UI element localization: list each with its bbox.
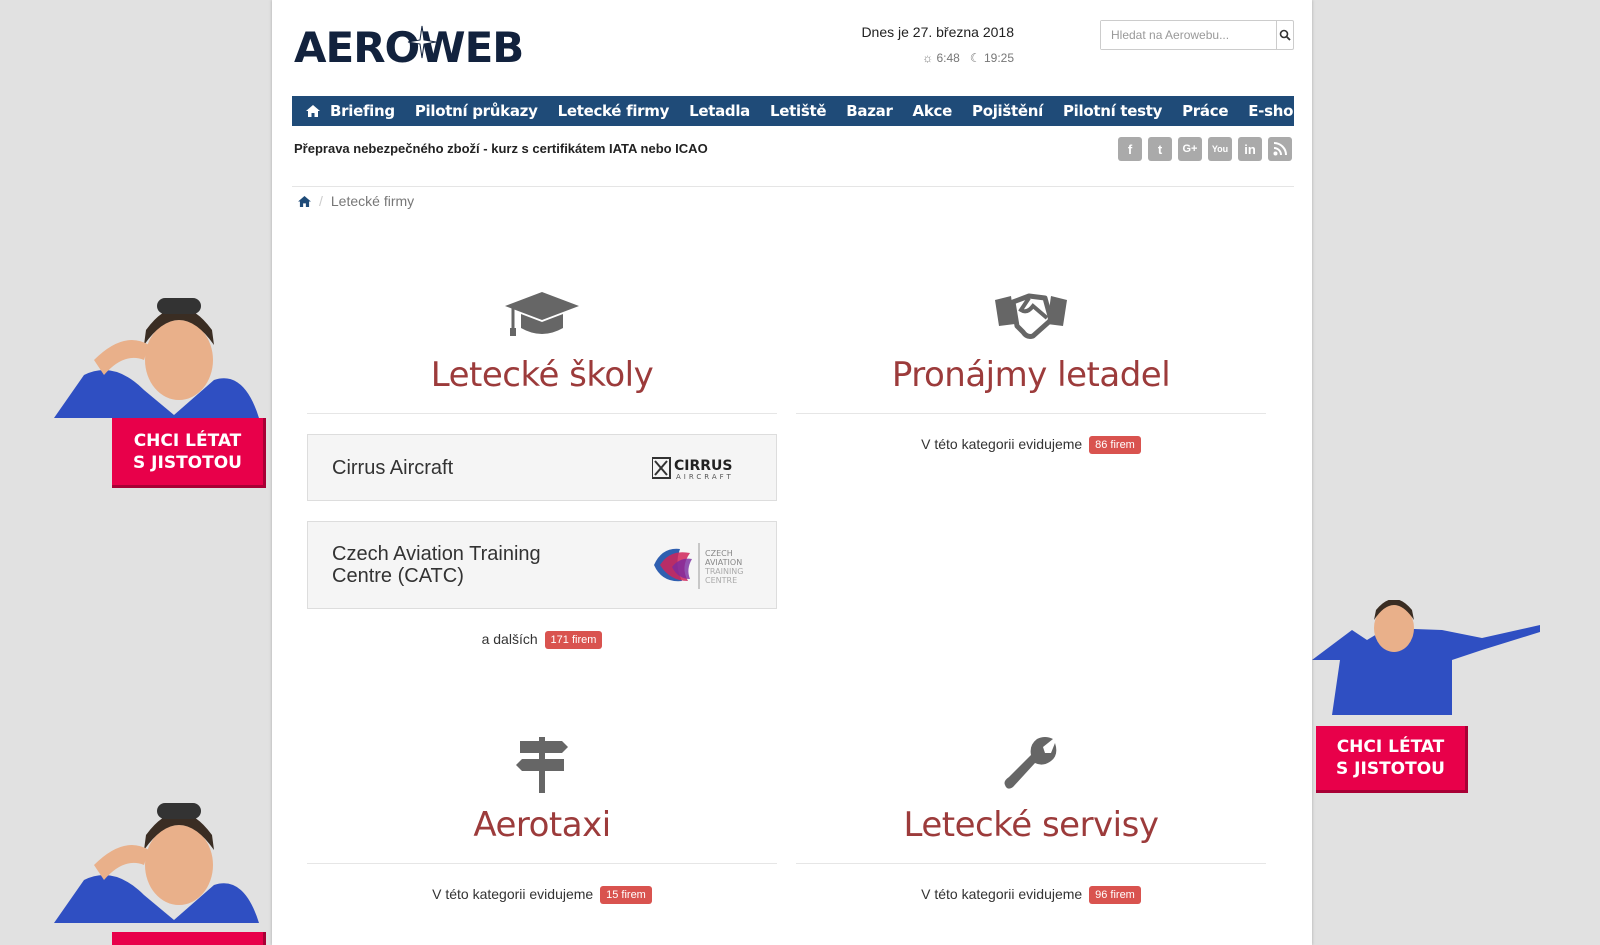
home-icon <box>306 105 320 117</box>
category-title[interactable]: Aerotaxi <box>307 805 777 845</box>
company-name: Cirrus Aircraft <box>332 456 454 479</box>
social-links: f t G+ You in <box>1118 137 1292 161</box>
category-count: V této kategorii evidujeme 86 firem <box>796 436 1266 454</box>
left-ad-top[interactable]: CHCI LÉTAT S JISTOTOU <box>54 290 266 500</box>
search-icon <box>1279 29 1291 41</box>
nav-item-jobs[interactable]: Práce <box>1172 102 1238 120</box>
nav-item-briefing[interactable]: Briefing <box>320 102 405 120</box>
divider <box>307 863 777 864</box>
count-badge[interactable]: 15 firem <box>600 886 652 904</box>
svg-text:AEROWEB: AEROWEB <box>294 23 523 68</box>
header-divider <box>292 186 1294 187</box>
nav-item-airports[interactable]: Letiště <box>760 102 836 120</box>
handshake-icon <box>796 287 1266 343</box>
youtube-icon[interactable]: You <box>1208 137 1232 161</box>
breadcrumb: / Letecké firmy <box>298 193 414 209</box>
search-button[interactable] <box>1276 21 1293 49</box>
svg-text:AIRCRAFT: AIRCRAFT <box>676 473 734 481</box>
page-container: AEROWEB Dnes je 27. března 2018 ☼ 6:48 ☾… <box>272 0 1312 945</box>
current-date: Dnes je 27. března 2018 <box>861 24 1014 40</box>
category-title[interactable]: Letecké servisy <box>796 805 1266 845</box>
facebook-icon[interactable]: f <box>1118 137 1142 161</box>
divider <box>307 413 777 414</box>
nav-item-events[interactable]: Akce <box>903 102 962 120</box>
breadcrumb-current: Letecké firmy <box>330 193 415 209</box>
nav-item-pilot-licenses[interactable]: Pilotní průkazy <box>405 102 548 120</box>
fly-cta-button[interactable]: CHCI LÉTAT S JISTOTOU <box>1316 726 1468 793</box>
catc-logo: CZECH AVIATION TRAINING CENTRE <box>652 539 752 591</box>
right-ad[interactable]: CHCI LÉTAT S JISTOTOU <box>1312 600 1542 795</box>
breadcrumb-separator: / <box>319 193 323 209</box>
divider <box>796 863 1266 864</box>
sunset-time: 19:25 <box>983 51 1014 65</box>
category-count: a dalších 171 firem <box>307 631 777 649</box>
sun-times: ☼ 6:48 ☾ 19:25 <box>922 51 1014 65</box>
svg-text:CIRRUS: CIRRUS <box>674 458 733 474</box>
cirrus-logo: CIRRUS AIRCRAFT <box>652 455 752 481</box>
home-icon[interactable] <box>298 195 311 207</box>
svg-text:AVIATION: AVIATION <box>705 558 742 567</box>
nav-item-eshop[interactable]: E-shop <box>1238 102 1313 120</box>
google-plus-icon[interactable]: G+ <box>1178 137 1202 161</box>
company-name: Czech Aviation Training Centre (CATC) <box>332 543 541 587</box>
category-aircraft-rental: Pronájmy letadel V této kategorii eviduj… <box>796 287 1266 454</box>
twitter-icon[interactable]: t <box>1148 137 1172 161</box>
count-badge[interactable]: 86 firem <box>1089 436 1141 454</box>
promo-link[interactable]: Přeprava nebezpečného zboží - kurz s cer… <box>294 141 708 156</box>
nav-item-bazaar[interactable]: Bazar <box>836 102 902 120</box>
svg-text:TRAINING: TRAINING <box>704 567 743 576</box>
search-input[interactable] <box>1101 21 1276 49</box>
left-ad-bottom[interactable] <box>54 795 266 945</box>
svg-text:CZECH: CZECH <box>705 549 733 558</box>
svg-text:CENTRE: CENTRE <box>705 576 737 585</box>
divider <box>796 413 1266 414</box>
count-badge[interactable]: 171 firem <box>544 631 603 649</box>
search-box <box>1100 20 1294 50</box>
sunset-icon: ☾ <box>969 51 981 65</box>
nav-item-pilot-tests[interactable]: Pilotní testy <box>1053 102 1172 120</box>
wrench-icon <box>796 737 1266 793</box>
category-count: V této kategorii evidujeme 15 firem <box>307 886 777 904</box>
category-flight-schools: Letecké školy Cirrus Aircraft CIRRUS AIR… <box>307 287 777 649</box>
signpost-icon <box>307 737 777 793</box>
category-count: V této kategorii evidujeme 96 firem <box>796 886 1266 904</box>
graduation-cap-icon <box>307 287 777 343</box>
category-title[interactable]: Pronájmy letadel <box>796 355 1266 395</box>
company-card-cirrus[interactable]: Cirrus Aircraft CIRRUS AIRCRAFT <box>307 434 777 501</box>
company-card-catc[interactable]: Czech Aviation Training Centre (CATC) CZ… <box>307 521 777 609</box>
nav-item-aircraft[interactable]: Letadla <box>679 102 760 120</box>
main-nav: Briefing Pilotní průkazy Letecké firmy L… <box>292 96 1304 126</box>
sunrise-icon: ☼ <box>922 51 934 65</box>
count-badge[interactable]: 96 firem <box>1089 886 1141 904</box>
pilot-saluting-image <box>54 803 259 923</box>
fly-cta-button[interactable]: CHCI LÉTAT S JISTOTOU <box>112 418 266 488</box>
nav-item-aviation-companies[interactable]: Letecké firmy <box>548 102 680 120</box>
category-aircraft-service: Letecké servisy V této kategorii eviduje… <box>796 737 1266 904</box>
nav-item-insurance[interactable]: Pojištění <box>962 102 1053 120</box>
nav-home[interactable] <box>306 105 320 117</box>
sunrise-time: 6:48 <box>936 51 960 65</box>
rss-icon[interactable] <box>1268 137 1292 161</box>
aeroweb-logo[interactable]: AEROWEB <box>294 22 556 68</box>
linkedin-icon[interactable]: in <box>1238 137 1262 161</box>
category-air-taxi: Aerotaxi V této kategorii evidujeme 15 f… <box>307 737 777 904</box>
fly-cta-button[interactable] <box>112 932 266 945</box>
category-title[interactable]: Letecké školy <box>307 355 777 395</box>
